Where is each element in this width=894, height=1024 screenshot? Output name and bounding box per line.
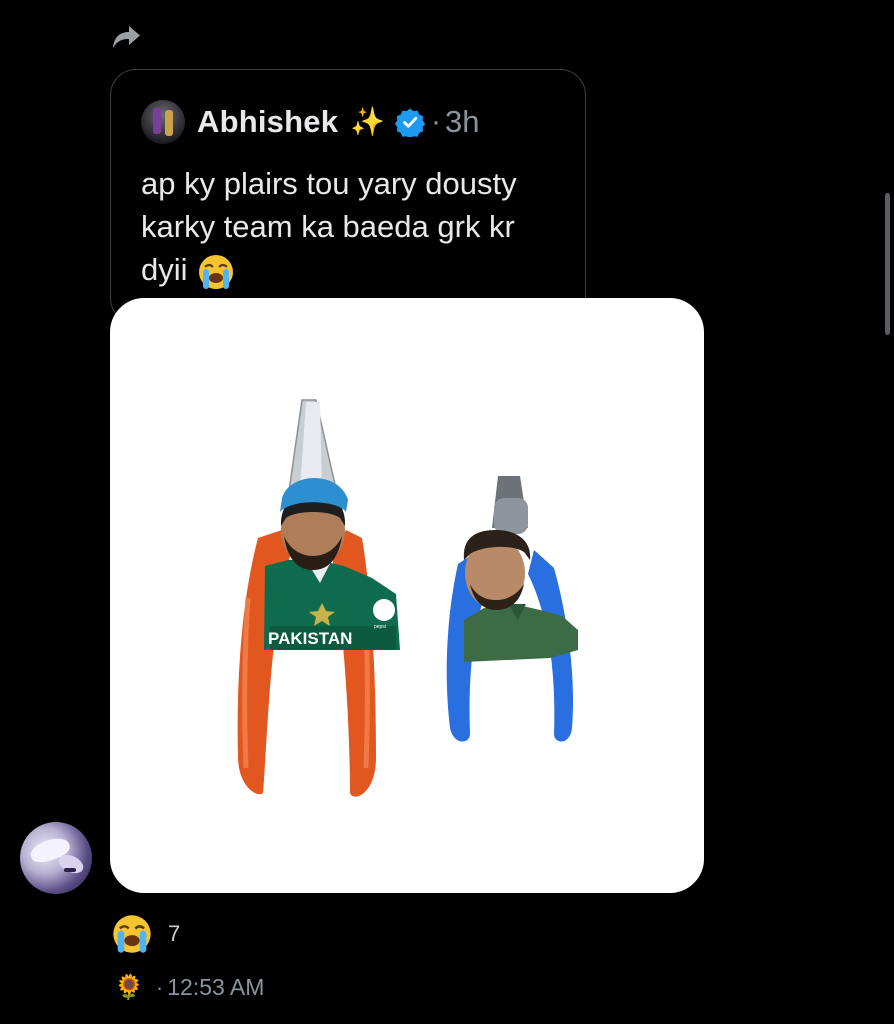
reaction-pill[interactable]: 7: [110, 912, 180, 956]
pliers-meme-illustration: PAKISTAN pepsi: [237, 399, 578, 797]
author-name[interactable]: Abhishek: [197, 104, 338, 140]
message-image[interactable]: PAKISTAN pepsi: [110, 298, 704, 893]
sparkle-emoji: ✨: [350, 106, 386, 137]
quoted-message-header: Abhishek ✨ · 3h: [141, 100, 480, 144]
verified-badge-icon: [395, 108, 426, 137]
jersey-sponsor-text: pepsi: [374, 624, 386, 630]
reaction-count: 7: [168, 921, 181, 946]
player-cutout-left: PAKISTAN pepsi: [264, 478, 400, 650]
separator-dot: ·: [431, 105, 442, 138]
quoted-message-text: ap ky plairs tou yary dousty karky team …: [141, 162, 561, 292]
message-timestamp: 12:53 AM: [167, 974, 265, 1000]
quoted-timestamp: 3h: [445, 104, 480, 139]
jersey-text: PAKISTAN: [268, 629, 352, 648]
sender-avatar[interactable]: [20, 822, 92, 894]
sunflower-emoji: 🌻: [114, 973, 144, 1001]
scrollbar-thumb[interactable]: [885, 193, 890, 335]
share-icon[interactable]: [110, 20, 142, 52]
message-meta: 🌻 · 12:53 AM: [114, 974, 264, 1001]
separator-dot: ·: [155, 974, 164, 1000]
crying-face-reaction-icon: [113, 915, 151, 953]
author-avatar[interactable]: [141, 100, 185, 144]
quoted-message-card[interactable]: Abhishek ✨ · 3h ap ky plairs tou yary do…: [110, 69, 586, 324]
crying-face-emoji-icon: [199, 254, 234, 289]
